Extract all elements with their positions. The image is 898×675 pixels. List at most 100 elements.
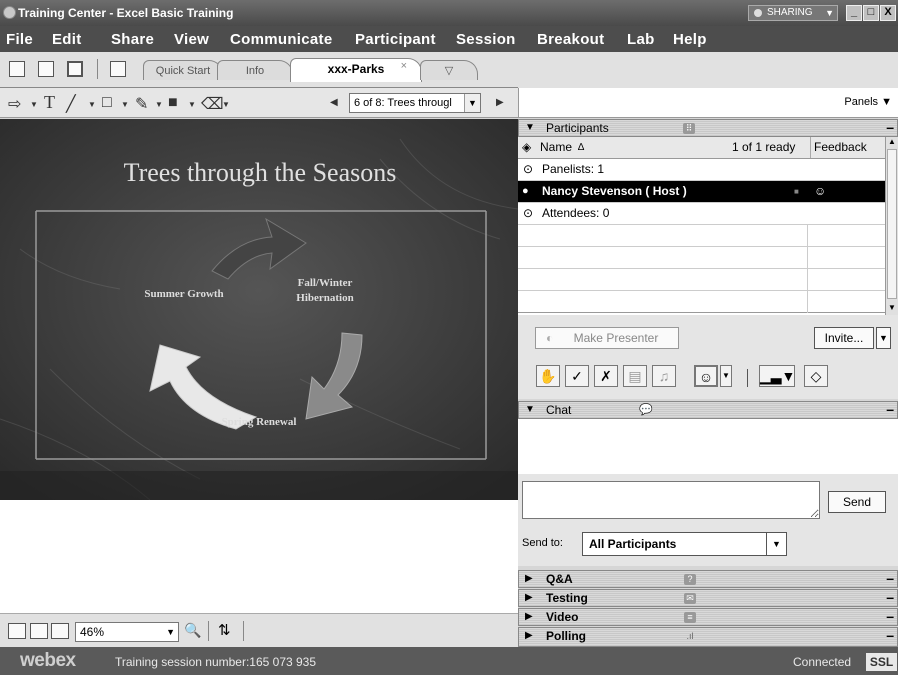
minimize-panel-icon[interactable]: –: [886, 627, 894, 643]
screen-icon[interactable]: [67, 61, 83, 77]
minimize-panel-icon[interactable]: –: [886, 608, 894, 624]
menu-file[interactable]: File: [6, 31, 33, 48]
participant-list[interactable]: ◈ Name ∆ 1 of 1 ready Feedback ⊙ Panelis…: [518, 137, 885, 315]
menu-breakout[interactable]: Breakout: [537, 31, 604, 48]
sync-display-icon[interactable]: ⇅: [218, 621, 231, 639]
col-feedback-header[interactable]: Feedback: [810, 137, 886, 158]
chevron-down-icon[interactable]: ▼: [222, 100, 230, 109]
color-tool-icon[interactable]: ■: [168, 94, 178, 112]
chevron-down-icon: ▼: [766, 533, 786, 555]
collapse-arrow-icon[interactable]: ▼: [525, 404, 535, 415]
send-to-select[interactable]: All Participants ▼: [582, 532, 787, 556]
panelists-group[interactable]: ⊙ Panelists: 1: [518, 159, 885, 181]
testing-panel-header[interactable]: ▶ Testing ✉ –: [518, 589, 898, 607]
expand-arrow-icon[interactable]: ▶: [525, 592, 533, 603]
make-presenter-button[interactable]: ◐ Make Presenter: [535, 327, 679, 349]
menu-communicate[interactable]: Communicate: [230, 31, 333, 48]
separator: [97, 59, 98, 79]
slow-down-icon[interactable]: ▤: [623, 365, 647, 387]
emoticon-icon[interactable]: ☺: [694, 365, 718, 387]
chevron-down-icon[interactable]: ▼: [188, 100, 196, 109]
sort-icon[interactable]: ∆: [578, 137, 584, 158]
title-bar: Training Center - Excel Basic Training S…: [0, 0, 898, 26]
chat-history[interactable]: [518, 419, 898, 474]
presentation-viewer[interactable]: Trees through the Seasons Summer Growth …: [0, 119, 518, 500]
minimize-panel-icon[interactable]: –: [886, 589, 894, 605]
window-icon[interactable]: [38, 61, 54, 77]
tab-more[interactable]: ▽: [420, 60, 478, 80]
menu-share[interactable]: Share: [111, 31, 154, 48]
slide-bottom-band: [0, 471, 518, 500]
scroll-down-icon[interactable]: ▼: [888, 303, 896, 312]
zoom-in-icon[interactable]: 🔍: [184, 622, 201, 639]
chevron-down-icon[interactable]: ▼: [155, 100, 163, 109]
chevron-down-icon[interactable]: ▼: [720, 365, 732, 387]
tab-quick-start[interactable]: Quick Start: [143, 60, 223, 80]
expand-arrow-icon[interactable]: ▶: [525, 611, 533, 622]
scroll-up-icon[interactable]: ▲: [888, 137, 896, 146]
zoom-select[interactable]: 46% ▼: [75, 622, 179, 642]
close-tab-icon[interactable]: ×: [401, 56, 407, 76]
video-panel-header[interactable]: ▶ Video ≡ –: [518, 608, 898, 626]
menu-session[interactable]: Session: [456, 31, 516, 48]
invite-dropdown-button[interactable]: ▼: [876, 327, 891, 349]
list-item: [518, 225, 885, 247]
status-icon: ■: [794, 187, 799, 196]
menu-edit[interactable]: Edit: [52, 31, 82, 48]
minimize-panel-icon[interactable]: –: [886, 119, 894, 135]
menu-lab[interactable]: Lab: [627, 31, 655, 48]
previous-page-icon[interactable]: ◀: [330, 97, 338, 108]
full-view-icon[interactable]: [8, 623, 26, 639]
attendees-group[interactable]: ⊙ Attendees: 0: [518, 203, 885, 225]
line-tool-icon[interactable]: ╱: [66, 94, 76, 114]
speed-up-icon[interactable]: ♫: [652, 365, 676, 387]
participant-scrollbar[interactable]: ▲ ▼: [885, 137, 898, 315]
chat-panel-header[interactable]: ▼ Chat 💬 –: [518, 401, 898, 419]
minimize-button[interactable]: _: [846, 5, 862, 21]
menu-participant[interactable]: Participant: [355, 31, 436, 48]
eraser-tool-icon[interactable]: ⌫: [201, 94, 224, 114]
scroll-thumb[interactable]: [887, 149, 897, 299]
edit-note-icon[interactable]: [110, 61, 126, 77]
panels-button[interactable]: Panels ▼: [844, 96, 892, 108]
tab-info[interactable]: Info: [217, 60, 293, 80]
send-button[interactable]: Send: [828, 491, 886, 513]
pointer-tool-icon[interactable]: ⇨: [8, 94, 21, 114]
col-name-header[interactable]: Name: [540, 137, 572, 158]
yes-check-icon[interactable]: ✓: [565, 365, 589, 387]
participants-panel-header[interactable]: ▼ Participants ⠿ –: [518, 119, 898, 137]
chat-input[interactable]: [522, 481, 820, 519]
close-button[interactable]: X: [880, 5, 896, 21]
thumbnail-view-icon[interactable]: [30, 623, 48, 639]
clear-feedback-icon[interactable]: ◇: [804, 365, 828, 387]
split-view-icon[interactable]: [51, 623, 69, 639]
maximize-button[interactable]: □: [863, 5, 879, 21]
page-selector[interactable]: 6 of 8: Trees througl ▼: [349, 93, 481, 113]
minimize-panel-icon[interactable]: –: [886, 401, 894, 417]
tab-document[interactable]: xxx-Parks ×: [290, 58, 422, 82]
chevron-down-icon[interactable]: ▼: [121, 100, 129, 109]
menu-help[interactable]: Help: [673, 31, 707, 48]
expand-icon[interactable]: ⊙: [523, 159, 533, 180]
highlighter-tool-icon[interactable]: ✎: [135, 94, 148, 114]
next-page-icon[interactable]: ▶: [496, 97, 504, 108]
collapse-arrow-icon[interactable]: ▼: [525, 122, 535, 133]
expand-arrow-icon[interactable]: ▶: [525, 573, 533, 584]
menu-view[interactable]: View: [174, 31, 209, 48]
rectangle-tool-icon[interactable]: □: [102, 94, 112, 112]
sharing-dropdown[interactable]: SHARING ▼: [748, 5, 838, 21]
expand-arrow-icon[interactable]: ▶: [525, 630, 533, 641]
polling-panel-header[interactable]: ▶ Polling .ıl –: [518, 627, 898, 647]
text-tool-icon[interactable]: T: [44, 92, 55, 113]
no-x-icon[interactable]: ✗: [594, 365, 618, 387]
participant-row-host[interactable]: ● Nancy Stevenson ( Host ) ■ ☺: [518, 181, 885, 203]
qa-panel-header[interactable]: ▶ Q&A ? –: [518, 570, 898, 588]
raise-hand-icon[interactable]: ✋: [536, 365, 560, 387]
invite-button[interactable]: Invite...: [814, 327, 874, 349]
chevron-down-icon[interactable]: ▼: [30, 100, 38, 109]
feedback-chart-icon[interactable]: ▁▃▼: [759, 365, 795, 387]
chevron-down-icon[interactable]: ▼: [88, 100, 96, 109]
minimize-panel-icon[interactable]: –: [886, 570, 894, 586]
new-whiteboard-icon[interactable]: [9, 61, 25, 77]
expand-icon[interactable]: ⊙: [523, 203, 533, 224]
